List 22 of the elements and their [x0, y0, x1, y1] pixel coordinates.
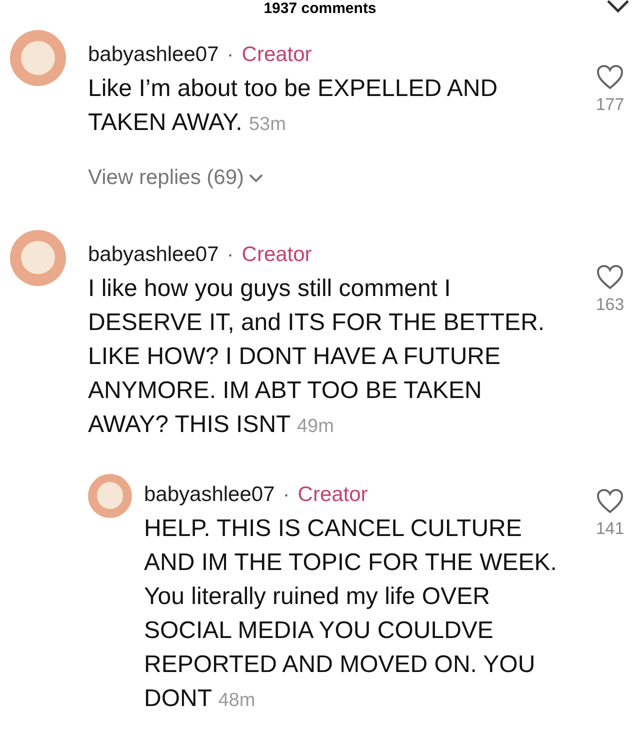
- heart-icon[interactable]: [596, 64, 624, 90]
- like-count: 163: [596, 294, 624, 316]
- like-count: 141: [596, 518, 624, 540]
- heart-icon[interactable]: [596, 264, 624, 290]
- comment-text: HELP. THIS IS CANCEL CULTURE AND IM THE TOPIC FOR THE WEEK. You literally ruined my life OVER SOCIAL MEDIA YOU COULDVE REPORTED AND MOVED ON. YOU DONT 48m: [144, 514, 558, 714]
- heart-icon[interactable]: [596, 488, 624, 514]
- sheet-title: 1937 comments: [264, 0, 376, 18]
- username[interactable]: babyashlee07: [144, 482, 275, 508]
- separator-dot: ·: [226, 42, 234, 68]
- caret-icon: [248, 172, 264, 183]
- username[interactable]: babyashlee07: [88, 42, 219, 68]
- separator-dot: ·: [282, 482, 290, 508]
- close-icon[interactable]: [606, 0, 630, 14]
- comment-text: I like how you guys still comment I DESERVE IT, and ITS FOR THE BETTER. LIKE HOW? I DONT HAVE A FUTURE ANYMORE. IM ABT TOO BE TAKEN AWAY? THIS ISNT 49m: [88, 274, 546, 440]
- creator-label: Creator: [242, 42, 312, 68]
- comment-text: Like I’m about too be EXPELLED AND TAKEN AWAY. 53m: [88, 74, 499, 138]
- like-count: 177: [596, 94, 624, 116]
- creator-label: Creator: [298, 482, 368, 508]
- view-replies-link[interactable]: View replies (69): [88, 162, 264, 194]
- creator-label: Creator: [242, 242, 312, 268]
- username[interactable]: babyashlee07: [88, 242, 219, 268]
- separator-dot: ·: [226, 242, 234, 268]
